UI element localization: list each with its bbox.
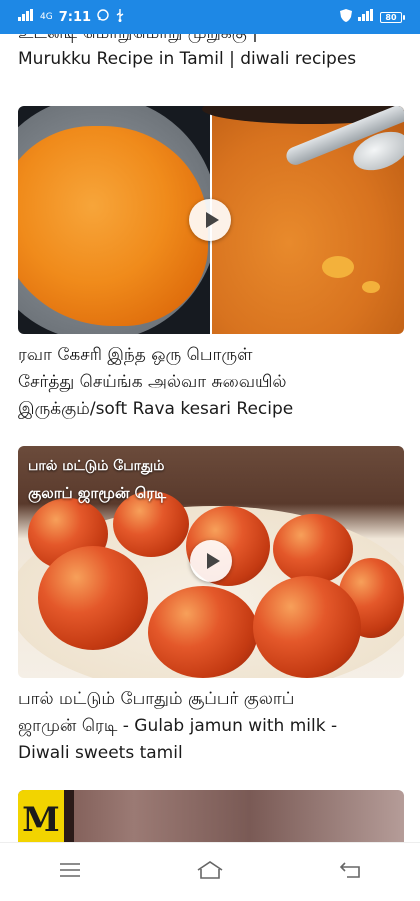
title-line: சேர்த்து செய்ங்க அல்வா சுவையில் xyxy=(18,372,287,392)
next-video-thumbnail[interactable]: M xyxy=(18,790,404,842)
recents-button[interactable] xyxy=(40,852,100,892)
previous-video-title[interactable]: உடனடி மொறுமொறு முறுக்கு | Murukku Recipe… xyxy=(18,34,402,82)
play-icon[interactable] xyxy=(190,540,232,582)
network-label: 4G xyxy=(40,12,53,22)
previous-title-line2: Murukku Recipe in Tamil | diwali recipes xyxy=(18,49,357,69)
battery-level: 80 xyxy=(385,12,397,22)
gulab-jamun-video-thumbnail[interactable]: பால் மட்டும் போதும் குலாப் ஜாமூன் ரெடி xyxy=(18,446,404,678)
title-line: இருக்கும்/soft Rava kesari Recipe xyxy=(18,399,294,419)
title-line: ஜாமுன் ரெடி - Gulab jamun with milk - xyxy=(18,716,338,736)
thumbnail-overlay-line1: பால் மட்டும் போதும் xyxy=(28,458,165,474)
status-bar: 4G 7:11 80 xyxy=(0,0,420,34)
usb-icon xyxy=(115,8,125,26)
home-icon xyxy=(197,861,223,883)
signal-icon xyxy=(18,9,34,25)
battery-icon: 80 xyxy=(380,11,405,23)
channel-logo: M xyxy=(18,790,64,842)
kesari-video-thumbnail[interactable] xyxy=(18,106,404,334)
title-line: ரவா கேசரி இந்த ஒரு பொருள் xyxy=(18,345,253,365)
kesari-pan-image xyxy=(202,106,404,334)
recents-icon xyxy=(59,862,81,882)
title-line: பால் மட்டும் போதும் சூப்பர் குலாப் xyxy=(18,689,295,709)
navigation-bar xyxy=(0,842,420,901)
status-right: 80 xyxy=(340,8,405,26)
title-line: Diwali sweets tamil xyxy=(18,743,183,763)
back-icon xyxy=(339,862,361,882)
play-icon[interactable] xyxy=(189,199,231,241)
volte-icon xyxy=(358,9,374,25)
gulab-jamun-video-title[interactable]: பால் மட்டும் போதும் சூப்பர் குலாப் ஜாமுன… xyxy=(18,686,406,767)
video-feed[interactable]: உடனடி மொறுமொறு முறுக்கு | Murukku Recipe… xyxy=(0,34,420,842)
thumbnail-overlay-line2: குலாப் ஜாமூன் ரெடி xyxy=(28,484,167,502)
clock: 7:11 xyxy=(58,9,92,25)
kesari-plate-image xyxy=(18,106,210,334)
status-left: 4G 7:11 xyxy=(18,8,125,26)
previous-title-line1: உடனடி மொறுமொறு முறுக்கு | xyxy=(18,34,402,46)
shield-icon xyxy=(340,8,352,26)
home-button[interactable] xyxy=(180,852,240,892)
back-button[interactable] xyxy=(320,852,380,892)
kesari-video-title[interactable]: ரவா கேசரி இந்த ஒரு பொருள் சேர்த்து செய்ங… xyxy=(18,342,406,423)
whatsapp-icon xyxy=(97,9,109,25)
